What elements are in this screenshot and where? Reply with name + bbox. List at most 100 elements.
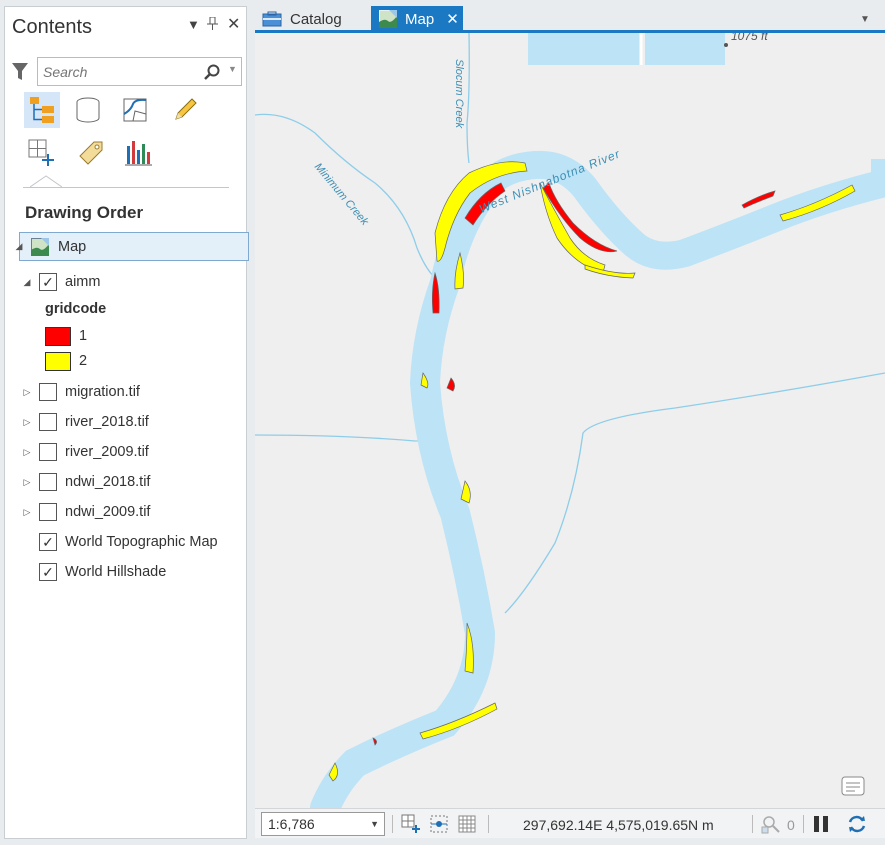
refresh-icon[interactable] bbox=[847, 814, 867, 834]
tab-label: Map bbox=[405, 10, 435, 28]
contents-pane: Contents ▼ ✕ ▼ bbox=[4, 6, 249, 839]
collapse-arrow-icon[interactable]: ◢ bbox=[14, 241, 24, 252]
search-box: ▼ bbox=[37, 57, 242, 86]
expand-arrow-icon[interactable]: ▷ bbox=[22, 477, 32, 487]
contents-title: Contents bbox=[12, 16, 93, 38]
search-input[interactable] bbox=[38, 58, 198, 85]
tree-item-label: Map bbox=[58, 238, 87, 255]
layer-visibility-checkbox[interactable] bbox=[39, 443, 57, 461]
view-tab-bar: Catalog Map ✕ ▼ bbox=[254, 6, 885, 32]
add-layer-icon bbox=[28, 139, 54, 166]
layer-river-2009[interactable]: ▷ river_2009.tif bbox=[22, 438, 149, 466]
filter-icon[interactable] bbox=[11, 62, 29, 85]
divider bbox=[803, 815, 804, 833]
close-icon[interactable]: ✕ bbox=[227, 14, 240, 34]
divider bbox=[488, 815, 489, 833]
layer-label: migration.tif bbox=[65, 384, 140, 400]
grid-icon[interactable] bbox=[457, 814, 477, 834]
layer-label: World Hillshade bbox=[65, 564, 167, 580]
layer-label: river_2018.tif bbox=[65, 414, 149, 430]
selection-icon bbox=[123, 98, 147, 122]
expand-arrow-icon[interactable]: ▷ bbox=[22, 447, 32, 457]
expand-arrow-icon[interactable]: ▷ bbox=[22, 387, 32, 397]
divider bbox=[392, 815, 393, 833]
pond bbox=[645, 33, 725, 65]
active-view-indicator bbox=[30, 175, 62, 188]
layer-ndwi-2009[interactable]: ▷ ndwi_2009.tif bbox=[22, 498, 150, 526]
chevron-down-icon: ▼ bbox=[370, 819, 379, 829]
legend-swatch-red bbox=[45, 326, 71, 346]
status-bar: 1:6,786 ▼ 297,692.14E 4,575,019.65N m 0 bbox=[255, 808, 885, 838]
tab-label: Catalog bbox=[290, 10, 342, 28]
layer-aimm[interactable]: ◢ ✓ aimm bbox=[22, 268, 100, 296]
map-canvas bbox=[255, 33, 885, 808]
layer-label: World Topographic Map bbox=[65, 534, 218, 550]
database-icon bbox=[76, 97, 100, 123]
list-by-labeling-button[interactable] bbox=[73, 135, 109, 171]
layer-visibility-checkbox[interactable] bbox=[39, 473, 57, 491]
pane-options-icon[interactable]: ▼ bbox=[187, 17, 200, 32]
river-lower bbox=[310, 183, 496, 808]
legend-swatch-yellow bbox=[45, 351, 71, 371]
list-by-snapping-button[interactable] bbox=[24, 135, 60, 171]
fixed-zoom-icon[interactable] bbox=[401, 814, 421, 834]
snapping-icon[interactable] bbox=[429, 814, 449, 834]
stream bbox=[466, 33, 470, 164]
layer-label: ndwi_2009.tif bbox=[65, 504, 151, 520]
tab-map[interactable]: Map ✕ bbox=[371, 6, 463, 32]
notes-icon[interactable] bbox=[841, 775, 865, 797]
legend-item: 2 bbox=[45, 347, 87, 375]
selected-features-icon[interactable] bbox=[761, 814, 781, 834]
close-tab-icon[interactable]: ✕ bbox=[446, 10, 459, 28]
scale-value: 1:6,786 bbox=[268, 816, 315, 832]
pause-drawing-icon[interactable] bbox=[811, 814, 831, 834]
pin-icon[interactable] bbox=[207, 16, 218, 33]
catalog-icon bbox=[262, 11, 282, 27]
map-label-creek: Slocum Creek bbox=[453, 59, 465, 129]
search-icon[interactable] bbox=[204, 64, 220, 83]
divider bbox=[752, 815, 753, 833]
stream bbox=[255, 434, 441, 442]
layer-ndwi-2018[interactable]: ▷ ndwi_2018.tif bbox=[22, 468, 150, 496]
scale-dropdown[interactable]: 1:6,786 ▼ bbox=[261, 812, 385, 836]
collapse-arrow-icon[interactable]: ◢ bbox=[22, 277, 32, 287]
legend-item: 1 bbox=[45, 322, 87, 350]
layer-visibility-checkbox[interactable]: ✓ bbox=[39, 563, 57, 581]
layer-visibility-checkbox[interactable] bbox=[39, 503, 57, 521]
selected-count: 0 bbox=[787, 817, 795, 833]
pond bbox=[528, 33, 640, 65]
map-icon bbox=[31, 237, 49, 256]
layer-visibility-checkbox[interactable]: ✓ bbox=[39, 533, 57, 551]
legend-label: 2 bbox=[79, 353, 88, 369]
layer-migration[interactable]: ▷ migration.tif bbox=[22, 378, 140, 406]
pencil-icon bbox=[175, 98, 197, 120]
layer-label: river_2009.tif bbox=[65, 444, 149, 460]
map-view[interactable]: Slocum Creek Minimum Creek West Nishnabo… bbox=[255, 33, 885, 808]
tree-item-map[interactable]: ◢ Map bbox=[16, 232, 249, 261]
expand-arrow-icon[interactable]: ▷ bbox=[22, 417, 32, 427]
coordinate-readout: 297,692.14E 4,575,019.65N m bbox=[523, 817, 714, 833]
layer-visibility-checkbox[interactable] bbox=[39, 413, 57, 431]
bar-chart-icon bbox=[125, 141, 152, 166]
search-options-icon[interactable]: ▼ bbox=[228, 64, 237, 74]
layer-label: ndwi_2018.tif bbox=[65, 474, 151, 490]
map-icon bbox=[379, 10, 397, 28]
layer-river-2018[interactable]: ▷ river_2018.tif bbox=[22, 408, 149, 436]
tab-catalog[interactable]: Catalog bbox=[254, 6, 370, 32]
layer-world-topographic-map[interactable]: ✓ World Topographic Map bbox=[39, 528, 218, 556]
layer-world-hillshade[interactable]: ✓ World Hillshade bbox=[39, 558, 166, 586]
list-by-data-source-button[interactable] bbox=[70, 92, 106, 128]
drawing-order-icon bbox=[30, 97, 54, 123]
layer-visibility-checkbox[interactable] bbox=[39, 383, 57, 401]
legend-label: 1 bbox=[79, 328, 88, 344]
list-charts-button[interactable] bbox=[120, 135, 156, 171]
expand-arrow-icon[interactable]: ▷ bbox=[22, 507, 32, 517]
list-by-editing-button[interactable] bbox=[167, 92, 203, 128]
layer-visibility-checkbox[interactable]: ✓ bbox=[39, 273, 57, 291]
tab-list-dropdown-icon[interactable]: ▼ bbox=[860, 14, 870, 25]
list-by-drawing-order-button[interactable] bbox=[24, 92, 60, 128]
stream bbox=[504, 372, 885, 614]
list-by-selection-button[interactable] bbox=[117, 92, 153, 128]
label-tag-icon bbox=[79, 141, 103, 165]
drawing-order-heading: Drawing Order bbox=[25, 203, 144, 222]
